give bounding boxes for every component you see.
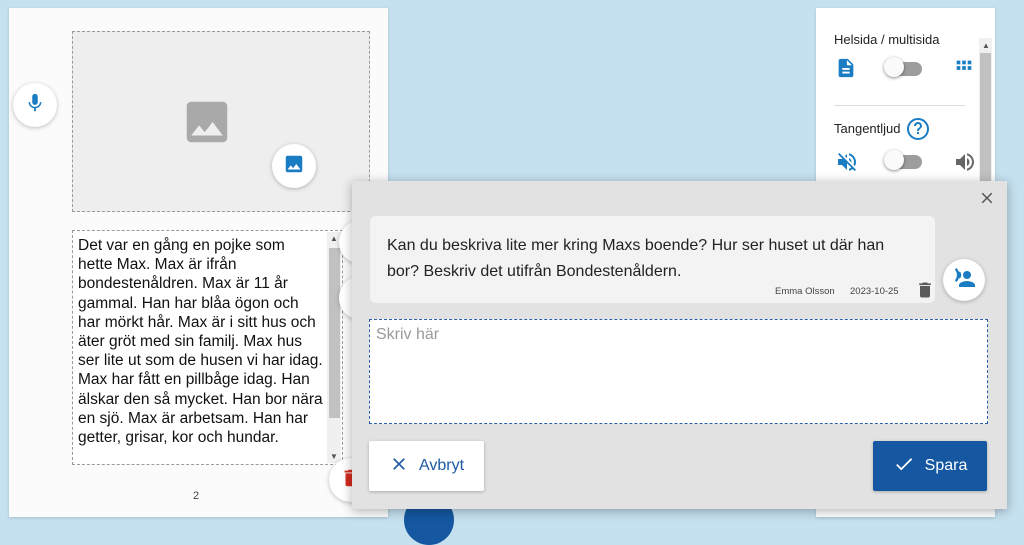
volume-off-icon	[835, 150, 859, 179]
cancel-button[interactable]: Avbryt	[369, 441, 484, 491]
document-icon	[835, 56, 857, 85]
help-circle-icon[interactable]	[906, 117, 930, 146]
page-mode-toggle[interactable]	[884, 57, 924, 77]
image-icon	[180, 95, 234, 154]
read-aloud-button[interactable]	[943, 259, 985, 301]
save-label: Spara	[924, 457, 968, 474]
story-textarea[interactable]: Det var en gång en pojke som hette Max. …	[72, 230, 343, 465]
answer-input[interactable]	[369, 319, 988, 424]
page-mode-label: Helsida / multisida	[834, 32, 940, 47]
image-icon	[283, 153, 305, 180]
comment-date: 2023-10-25	[850, 286, 899, 297]
settings-divider	[834, 105, 965, 106]
comment-dialog: Kan du beskriva lite mer kring Maxs boen…	[352, 181, 1007, 509]
scroll-down-arrow-icon[interactable]: ▼	[330, 452, 338, 461]
story-text: Det var en gång en pojke som hette Max. …	[78, 237, 327, 447]
close-icon[interactable]	[978, 189, 996, 212]
question-card: Kan du beskriva lite mer kring Maxs boen…	[370, 216, 935, 303]
close-icon	[389, 454, 409, 479]
story-page: Det var en gång en pojke som hette Max. …	[9, 8, 388, 517]
scroll-up-arrow-icon[interactable]: ▲	[330, 234, 338, 243]
key-sound-toggle[interactable]	[884, 150, 924, 170]
grid-icon	[953, 57, 975, 84]
scrollbar-thumb[interactable]	[329, 248, 340, 418]
record-button[interactable]	[13, 83, 57, 127]
check-icon	[893, 453, 915, 480]
save-button[interactable]: Spara	[873, 441, 987, 491]
volume-up-icon	[953, 150, 977, 179]
microphone-icon	[24, 92, 46, 119]
scroll-up-arrow-icon[interactable]: ▲	[982, 41, 990, 50]
question-text: Kan du beskriva lite mer kring Maxs boen…	[387, 237, 885, 280]
comment-author: Emma Olsson	[775, 286, 835, 297]
trash-icon[interactable]	[915, 279, 935, 306]
speak-icon	[952, 266, 976, 295]
key-sound-label: Tangentljud	[834, 121, 901, 136]
add-image-button[interactable]	[272, 144, 316, 188]
cancel-label: Avbryt	[418, 457, 465, 474]
story-scrollbar[interactable]: ▲ ▼	[327, 232, 341, 463]
page-number: 2	[193, 490, 200, 502]
image-placeholder[interactable]	[72, 31, 370, 212]
